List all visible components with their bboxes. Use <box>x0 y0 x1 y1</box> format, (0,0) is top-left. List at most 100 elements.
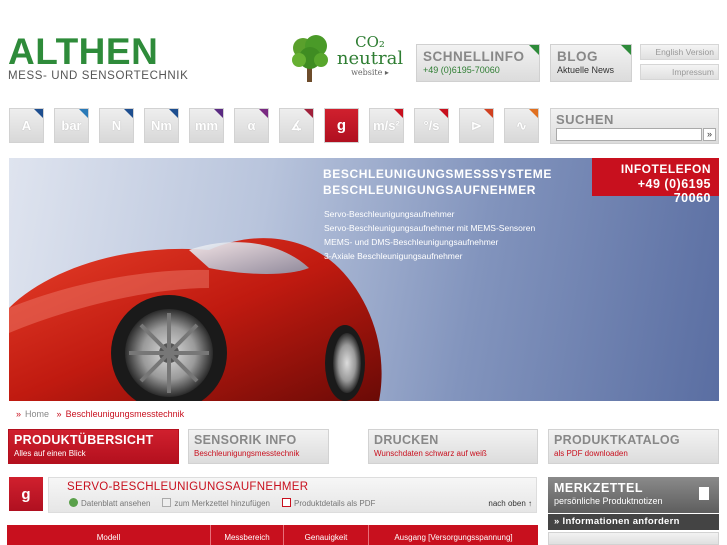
corner-marker <box>259 109 268 118</box>
infotelefon-number: +49 (0)6195 70060 <box>637 177 711 205</box>
category-current-icon[interactable]: A <box>9 108 44 143</box>
datenblatt-link[interactable]: Datenblatt ansehen <box>69 498 150 508</box>
schnellinfo-title: SCHNELLINFO <box>423 49 525 64</box>
hero-banner: BESCHLEUNIGUNGSMESSSYSTEME BESCHLEUNIGUN… <box>9 158 719 401</box>
link-label: Produktdetails als PDF <box>294 499 376 508</box>
schnellinfo-box[interactable]: SCHNELLINFO +49 (0)6195-70060 <box>416 44 540 82</box>
corner-marker <box>394 109 403 118</box>
datasheet-icon <box>69 498 78 507</box>
column-header-modell: Modell <box>96 533 121 542</box>
tab-sensorik-info[interactable]: SENSORIK INFO Beschleunigungsmesstechnik <box>188 429 329 464</box>
website-label: website ▸ <box>351 68 389 77</box>
tab-title: PRODUKTÜBERSICHT <box>14 433 154 447</box>
icon-label: ⊳ <box>471 117 482 133</box>
corner-marker <box>439 109 448 118</box>
breadcrumb-separator: » <box>56 409 62 419</box>
tab-produktuebersicht[interactable]: PRODUKTÜBERSICHT Alles auf einen Blick <box>8 429 179 464</box>
co2-neutral-badge[interactable]: CO₂ neutral website ▸ <box>290 34 410 84</box>
banner-link[interactable]: 3-Axiale Beschleunigungsaufnehmer <box>324 249 535 263</box>
search-title: SUCHEN <box>556 112 614 127</box>
logo-wordmark: ALTHEN <box>8 31 159 72</box>
category-pressure-icon[interactable]: bar <box>54 108 89 143</box>
pdf-link[interactable]: Produktdetails als PDF <box>282 498 375 508</box>
product-section-header: SERVO-BESCHLEUNIGUNGSAUFNEHMER Datenblat… <box>48 477 537 513</box>
tab-produktkatalog[interactable]: PRODUKTKATALOG als PDF downloaden <box>548 429 719 464</box>
search-input[interactable] <box>556 128 702 141</box>
merkzettel-add-link[interactable]: zum Merkzettel hinzufügen <box>162 498 270 508</box>
column-header-ausgang: Ausgang [Versorgungsspannung] <box>394 533 513 542</box>
neutral-label: neutral <box>336 48 404 69</box>
icon-label: α <box>247 118 256 133</box>
merkzettel-title: MERKZETTEL <box>554 481 644 495</box>
acceleration-category-icon: g <box>9 477 43 511</box>
icon-label: Nm <box>151 118 172 133</box>
english-version-link[interactable]: English Version <box>640 44 719 60</box>
infotelefon-box: INFOTELEFON +49 (0)6195 70060 <box>592 158 719 205</box>
banner-link[interactable]: Servo-Beschleunigungsaufnehmer <box>324 207 535 221</box>
category-inclination-icon[interactable]: ∡ <box>279 108 314 143</box>
merkzettel-sub: persönliche Produktnotizen <box>554 496 663 506</box>
informationen-anfordern-button[interactable]: » Informationen anfordern <box>548 514 719 530</box>
notepad-icon <box>162 498 172 507</box>
category-torque-icon[interactable]: Nm <box>144 108 179 143</box>
banner-product-list: Servo-Beschleunigungsaufnehmer Servo-Bes… <box>324 207 535 263</box>
corner-marker <box>214 109 223 118</box>
product-section-title: SERVO-BESCHLEUNIGUNGSAUFNEHMER <box>67 481 309 493</box>
banner-link[interactable]: MEMS- und DMS-Beschleunigungsaufnehmer <box>324 235 535 249</box>
tab-title: DRUCKEN <box>374 433 439 447</box>
back-to-top-link[interactable]: nach oben ↑ <box>488 499 532 508</box>
corner-marker <box>304 109 313 118</box>
category-force-icon[interactable]: N <box>99 108 134 143</box>
search-box: SUCHEN » <box>550 108 719 144</box>
tab-title: SENSORIK INFO <box>194 433 297 447</box>
impressum-link[interactable]: Impressum <box>640 64 719 80</box>
icon-label: g <box>336 117 347 134</box>
document-icon <box>699 487 709 500</box>
column-header-genauigkeit: Genauigkeit <box>304 533 348 542</box>
banner-title: BESCHLEUNIGUNGSMESSSYSTEME BESCHLEUNIGUN… <box>323 166 552 198</box>
icon-label: ∿ <box>516 117 527 133</box>
icon-label: bar <box>61 118 82 133</box>
corner-marker <box>124 109 133 118</box>
category-signal-icon[interactable]: ∿ <box>504 108 539 143</box>
tab-sub: als PDF downloaden <box>554 449 628 458</box>
merkzettel-box[interactable]: MERKZETTEL persönliche Produktnotizen <box>548 477 719 513</box>
icon-label: N <box>111 118 122 133</box>
breadcrumb-current[interactable]: Beschleunigungsmesstechnik <box>66 409 185 419</box>
icon-label: °/s <box>423 118 440 133</box>
product-table-header: Modell Messbereich Genauigkeit Ausgang [… <box>7 525 538 545</box>
icon-label: m/s² <box>373 118 400 133</box>
tab-sub: Wunschdaten schwarz auf weiß <box>374 449 487 458</box>
schnellinfo-phone: +49 (0)6195-70060 <box>423 65 500 75</box>
blog-title: BLOG <box>557 49 598 64</box>
tab-drucken[interactable]: DRUCKEN Wunschdaten schwarz auf weiß <box>368 429 538 464</box>
infotelefon-label: INFOTELEFON <box>620 162 711 176</box>
link-label: Datenblatt ansehen <box>81 499 151 508</box>
corner-marker <box>529 45 539 55</box>
category-amplifier-icon[interactable]: ⊳ <box>459 108 494 143</box>
corner-marker <box>34 109 43 118</box>
icon-label: A <box>21 118 32 133</box>
pdf-icon <box>282 498 291 507</box>
banner-link[interactable]: Servo-Beschleunigungsaufnehmer mit MEMS-… <box>324 221 535 235</box>
breadcrumb-home[interactable]: Home <box>25 409 49 419</box>
blog-box[interactable]: BLOG Aktuelle News <box>550 44 632 82</box>
banner-title-line2: BESCHLEUNIGUNGSAUFNEHMER <box>323 183 537 197</box>
corner-marker <box>484 109 493 118</box>
corner-marker <box>79 109 88 118</box>
althen-logo[interactable]: ALTHEN MESS- UND SENSORTECHNIK <box>8 31 189 82</box>
category-velocity-icon[interactable]: m/s² <box>369 108 404 143</box>
corner-marker <box>169 109 178 118</box>
blog-sub: Aktuelle News <box>557 65 615 75</box>
category-acceleration-icon[interactable]: g <box>324 108 359 143</box>
search-submit-button[interactable]: » <box>703 128 716 141</box>
category-angle-icon[interactable]: α <box>234 108 269 143</box>
category-displacement-icon[interactable]: mm <box>189 108 224 143</box>
tab-title: PRODUKTKATALOG <box>554 433 680 447</box>
product-actions: Datenblatt ansehen zum Merkzettel hinzuf… <box>69 498 375 508</box>
logo-tagline: MESS- UND SENSORTECHNIK <box>8 70 189 82</box>
category-rotation-rate-icon[interactable]: °/s <box>414 108 449 143</box>
column-header-messbereich: Messbereich <box>224 533 270 542</box>
icon-label: mm <box>194 118 219 133</box>
tab-sub: Beschleunigungsmesstechnik <box>194 449 300 458</box>
